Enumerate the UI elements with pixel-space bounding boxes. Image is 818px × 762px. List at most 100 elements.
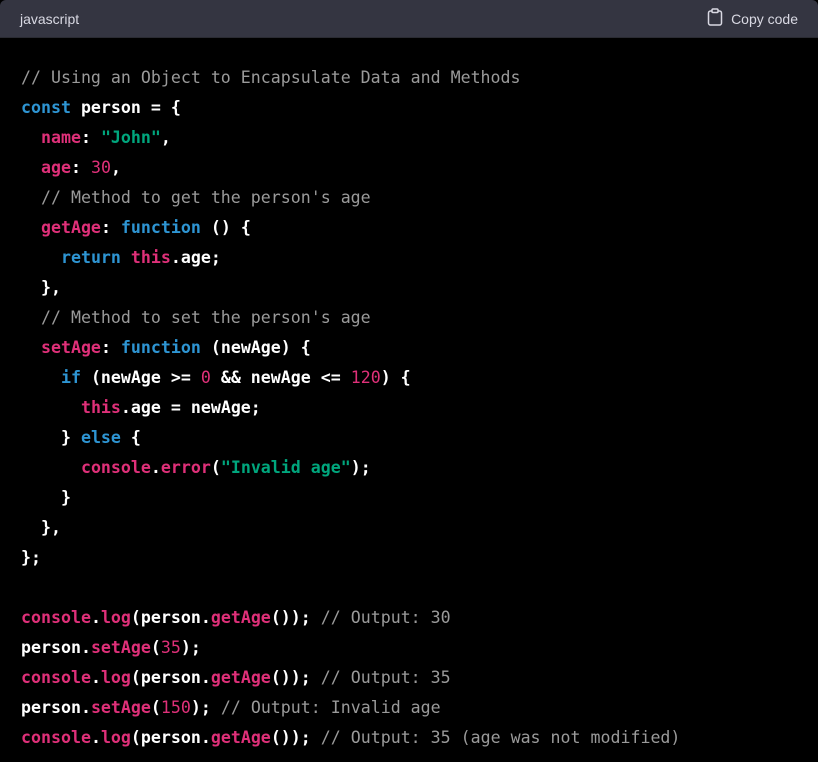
code-token-number: 30 — [90, 158, 111, 177]
code-area[interactable]: // Using an Object to Encapsulate Data a… — [0, 38, 818, 753]
code-token-plain: }, — [21, 278, 61, 297]
copy-code-button[interactable]: Copy code — [707, 8, 798, 29]
code-token-prop: console — [21, 728, 91, 747]
code-token-plain: : — [100, 338, 121, 357]
code-token-keyword: return — [60, 248, 121, 267]
code-token-comment: // Output: Invalid age — [220, 698, 441, 717]
code-token-number: 35 — [160, 638, 181, 657]
code-token-keyword: function — [120, 218, 201, 237]
code-line: // Method to get the person's age — [21, 183, 797, 213]
code-line: }; — [21, 543, 797, 573]
code-line: } — [21, 483, 797, 513]
code-token-prop: age — [40, 158, 71, 177]
code-token-keyword: function — [120, 338, 201, 357]
code-token-plain: ( — [150, 638, 161, 657]
code-block: javascript Copy code // Using an Object … — [0, 0, 818, 762]
code-line: console.error("Invalid age"); — [21, 453, 797, 483]
code-line: person.setAge(150); // Output: Invalid a… — [21, 693, 797, 723]
code-token-plain: ()); — [270, 608, 321, 627]
code-token-plain: : — [70, 158, 91, 177]
code-token-plain: . — [150, 458, 161, 477]
code-token-plain: . — [90, 728, 101, 747]
code-token-plain: ) { — [380, 368, 411, 387]
code-line: }, — [21, 513, 797, 543]
code-token-plain: (newAge >= — [80, 368, 201, 387]
code-token-plain: ( — [150, 698, 161, 717]
code-token-plain: person = { — [70, 98, 181, 117]
language-label: javascript — [20, 10, 80, 27]
code-token-plain: } — [21, 488, 71, 507]
code-token-plain: } — [21, 428, 81, 447]
code-line: this.age = newAge; — [21, 393, 797, 423]
code-token-plain: : — [80, 128, 101, 147]
code-line: name: "John", — [21, 123, 797, 153]
code-token-prop: log — [100, 608, 131, 627]
code-line: // Using an Object to Encapsulate Data a… — [21, 63, 797, 93]
code-token-plain: { — [120, 428, 141, 447]
code-token-number: 0 — [200, 368, 211, 387]
code-block-header: javascript Copy code — [0, 0, 818, 38]
code-line: return this.age; — [21, 243, 797, 273]
code-token-plain: }; — [21, 548, 41, 567]
code-token-keyword: const — [21, 98, 71, 117]
code-token-prop: console — [21, 608, 91, 627]
code-token-prop: getAge — [40, 218, 101, 237]
code-token-plain: person. — [21, 638, 91, 657]
code-token-plain: ()); — [270, 728, 321, 747]
code-token-plain: . — [90, 608, 101, 627]
code-line: setAge: function (newAge) { — [21, 333, 797, 363]
code-line: }, — [21, 273, 797, 303]
code-token-plain: () { — [200, 218, 251, 237]
code-token-prop: this — [130, 248, 171, 267]
code-token-prop: this — [80, 398, 121, 417]
code-token-prop: setAge — [40, 338, 101, 357]
code-token-number: 150 — [160, 698, 191, 717]
code-token-prop: getAge — [210, 608, 271, 627]
code-token-comment: // Using an Object to Encapsulate Data a… — [21, 68, 521, 87]
code-token-plain: (person. — [130, 608, 211, 627]
code-token-plain: , — [110, 158, 121, 177]
code-token-plain: . — [90, 668, 101, 687]
code-token-comment: // Method to set the person's age — [40, 308, 371, 327]
code-token-comment: // Output: 30 — [320, 608, 451, 627]
code-token-plain: , — [160, 128, 171, 147]
code-token-plain: ); — [190, 698, 221, 717]
code-token-plain: .age; — [170, 248, 221, 267]
code-token-prop: setAge — [90, 698, 151, 717]
code-token-plain: (person. — [130, 728, 211, 747]
code-token-string: "John" — [100, 128, 161, 147]
code-token-plain: .age = newAge; — [120, 398, 261, 417]
code-token-plain: && newAge <= — [210, 368, 351, 387]
code-token-prop: getAge — [210, 728, 271, 747]
code-token-string: "Invalid age" — [220, 458, 351, 477]
code-token-plain: ( — [210, 458, 221, 477]
code-line: getAge: function () { — [21, 213, 797, 243]
code-token-plain: ); — [350, 458, 371, 477]
code-token-plain: ); — [180, 638, 201, 657]
code-line: age: 30, — [21, 153, 797, 183]
code-line: console.log(person.getAge()); // Output:… — [21, 723, 797, 753]
code-token-prop: setAge — [90, 638, 151, 657]
code-line: if (newAge >= 0 && newAge <= 120) { — [21, 363, 797, 393]
code-token-comment: // Output: 35 — [320, 668, 451, 687]
code-token-prop: console — [21, 668, 91, 687]
code-token-plain: : — [100, 218, 121, 237]
code-token-plain: (person. — [130, 668, 211, 687]
code-token-comment: // Method to get the person's age — [40, 188, 371, 207]
code-token-keyword: else — [80, 428, 121, 447]
code-line: console.log(person.getAge()); // Output:… — [21, 603, 797, 633]
code-token-prop: log — [100, 728, 131, 747]
code-line: } else { — [21, 423, 797, 453]
